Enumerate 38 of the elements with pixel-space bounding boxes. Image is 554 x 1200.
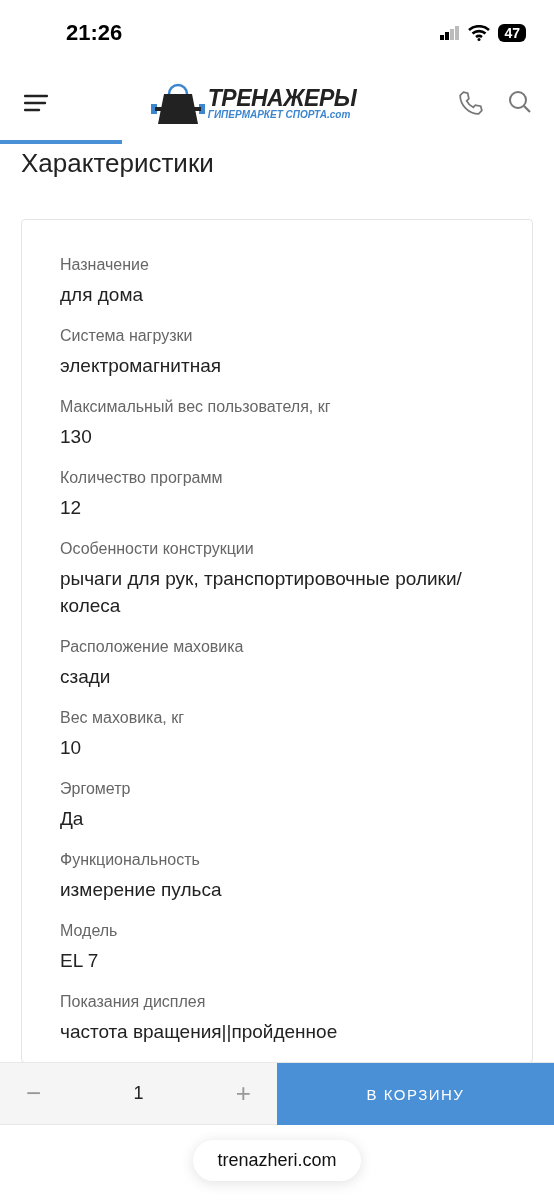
spec-value: рычаги для рук, транспортировочные ролики/колеса [60,567,463,618]
spec-value: 12 [60,496,83,520]
spec-value: измерение пульса [60,878,223,902]
spec-value: частота вращения||пройденное [60,1020,339,1044]
spec-label: Модель [60,921,119,941]
increment-button[interactable]: + [231,1078,255,1109]
spec-label: Количество программ [60,468,224,488]
spec-label: Эргометр [60,779,132,799]
quantity-field[interactable]: 1 [133,1083,144,1104]
battery-icon: 47 [498,24,526,42]
signal-icon [440,26,461,40]
shopping-bag-icon [149,82,206,124]
add-to-cart-button[interactable]: В КОРЗИНУ [277,1063,554,1125]
phone-icon[interactable] [458,90,484,116]
spec-value: EL 7 [60,949,100,973]
menu-icon[interactable] [24,94,48,112]
search-icon[interactable] [508,90,532,114]
spec-label: Вес маховика, кг [60,708,186,728]
spec-label: Назначение [60,255,150,275]
spec-label: Расположение маховика [60,637,245,657]
spec-value: для дома [60,283,145,307]
spec-value: 10 [60,736,83,760]
logo-subtitle: ГИПЕРМАРКЕТ СПОРТА.com [207,109,352,120]
spec-label: Максимальный вес пользователя, кг [60,397,332,417]
clock-time: 21:26 [66,20,123,46]
spec-value: 130 [60,425,93,449]
logo-title: ТРЕНАЖЕРЫ [207,86,357,110]
url-bar[interactable]: trenazheri.com [193,1140,361,1181]
spec-label: Особенности конструкции [60,539,255,559]
spec-label: Система нагрузки [60,326,194,346]
decrement-button[interactable]: − [22,1078,46,1109]
spec-label: Функциональность [60,850,201,870]
spec-value: электромагнитная [60,354,222,378]
spec-label: Показания дисплея [60,992,207,1012]
spec-value: сзади [60,665,112,689]
spec-value: Да [60,807,85,831]
wifi-icon [468,25,491,41]
section-heading: Характеристики [21,148,215,179]
